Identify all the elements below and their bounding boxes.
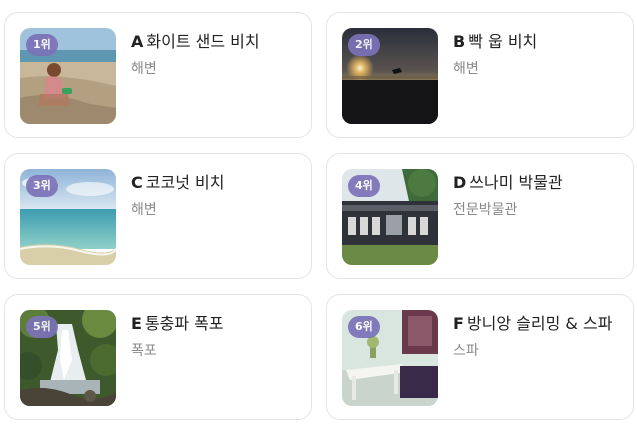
- place-category: 해변: [131, 202, 157, 218]
- map-marker-letter: F: [453, 314, 464, 333]
- rank-badge: 6위: [348, 316, 380, 338]
- place-card-6[interactable]: 6위 F 방니앙 슬리밍 & 스파 스파: [326, 294, 634, 420]
- place-category: 폭포: [131, 343, 157, 359]
- map-marker-letter: B: [453, 32, 466, 51]
- place-card-4[interactable]: 4위 D 쓰나미 박물관 전문박물관: [326, 153, 634, 279]
- place-title: F 방니앙 슬리밍 & 스파: [453, 313, 625, 335]
- place-title: E 통충파 폭포: [131, 313, 303, 335]
- place-name: 쓰나미 박물관: [469, 173, 563, 192]
- map-marker-letter: E: [131, 314, 142, 333]
- place-card-1[interactable]: 1위 A 화이트 샌드 비치 해변: [4, 12, 312, 138]
- place-name: 통충파 폭포: [144, 314, 224, 333]
- museum-building-photo: 4위: [342, 169, 438, 265]
- turquoise-sea-photo: 3위: [20, 169, 116, 265]
- place-title: B빡 웁 비치: [453, 31, 625, 53]
- place-name: 빡 웁 비치: [468, 32, 538, 51]
- place-title: C 코코넛 비치: [131, 172, 303, 194]
- place-category: 해변: [131, 61, 157, 77]
- rank-badge: 5위: [26, 316, 58, 338]
- waterfall-photo: 5위: [20, 310, 116, 406]
- place-name: 방니앙 슬리밍 & 스파: [466, 314, 613, 333]
- rank-badge: 4위: [348, 175, 380, 197]
- place-name: 화이트 샌드 비치: [146, 32, 260, 51]
- spa-room-photo: 6위: [342, 310, 438, 406]
- place-category: 전문박물관: [453, 202, 518, 218]
- place-title: D 쓰나미 박물관: [453, 172, 625, 194]
- map-marker-letter: A: [131, 32, 144, 51]
- place-category: 해변: [453, 61, 479, 77]
- place-title: A 화이트 샌드 비치: [131, 31, 303, 53]
- place-card-2[interactable]: 2위 B빡 웁 비치 해변: [326, 12, 634, 138]
- sunset-beach-photo: 2위: [342, 28, 438, 124]
- place-ranking-grid: 1위 A 화이트 샌드 비치 해변 2위 B 빡 웁 비치 해변 3위 C 코코…: [0, 0, 637, 435]
- place-card-3[interactable]: 3위 C 코코넛 비치 해변: [4, 153, 312, 279]
- rank-badge: 3위: [26, 175, 58, 197]
- rank-badge: 1위: [26, 34, 58, 56]
- beach-with-child-photo: 1위: [20, 28, 116, 124]
- place-card-5[interactable]: 5위 E 통충파 폭포 폭포: [4, 294, 312, 420]
- map-marker-letter: D: [453, 173, 467, 192]
- rank-badge: 2위: [348, 34, 380, 56]
- place-name: 코코넛 비치: [145, 173, 225, 192]
- place-category: 스파: [453, 343, 479, 359]
- map-marker-letter: C: [131, 173, 143, 192]
